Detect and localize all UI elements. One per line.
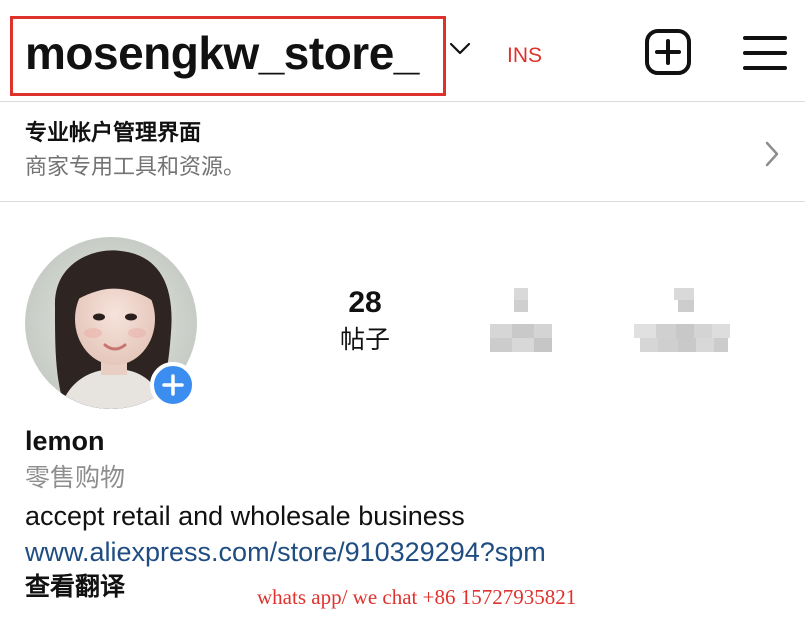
chevron-right-icon [765,141,779,167]
username-title[interactable]: mosengkw_store_ [25,26,419,80]
contact-overlay-text: whats app/ we chat +86 15727935821 [257,585,577,609]
category-label: 零售购物 [25,463,126,492]
profile-link[interactable]: www.aliexpress.com/store/910329294?spm [25,535,546,569]
professional-dashboard-row[interactable]: 专业帐户管理界面 商家专用工具和资源。 [0,102,805,202]
see-translation-button[interactable]: 查看翻译 [25,571,125,603]
plus-square-icon[interactable] [644,28,692,76]
profile-page: mosengkw_store_ INS 专业帐户管理界面 商家专用工具和资源。 [0,0,805,625]
posts-count: 28 [348,286,382,319]
top-bar: mosengkw_store_ INS [0,0,805,102]
bio-text: accept retail and wholesale business [25,501,465,531]
posts-label: 帖子 [339,325,390,354]
professional-dashboard-subtitle: 商家专用工具和资源。 [25,155,246,180]
posts-stat[interactable]: 28 帖子 [305,286,425,356]
plus-icon [162,374,184,396]
display-name: lemon [25,426,105,456]
ins-overlay-label: INS [507,44,543,67]
followers-stat-redacted[interactable] [490,288,554,364]
add-story-button[interactable] [150,362,196,408]
professional-dashboard-title: 专业帐户管理界面 [25,121,202,146]
chevron-down-icon[interactable] [449,42,471,56]
hamburger-menu-icon[interactable] [742,33,788,73]
following-stat-redacted[interactable] [634,288,734,364]
